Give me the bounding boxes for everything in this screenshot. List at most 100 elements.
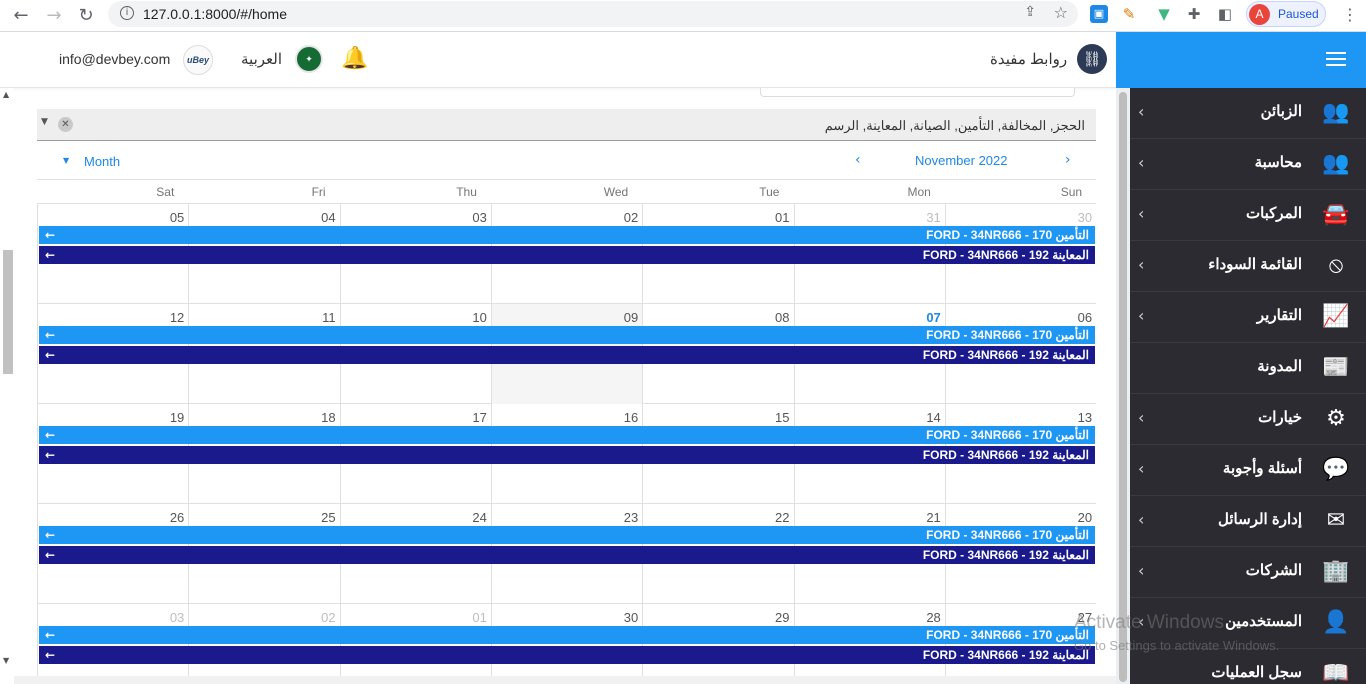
useful-links-label[interactable]: روابط مفيدة (990, 50, 1067, 68)
prev-month-icon[interactable]: ‹ (855, 152, 861, 168)
day-number[interactable]: 16 (624, 410, 638, 425)
link-icon[interactable]: ⛓ (1077, 44, 1107, 74)
language-label[interactable]: العربية (241, 50, 282, 68)
day-number[interactable]: 23 (624, 510, 638, 525)
sidebar-item[interactable]: 📖 سجل العمليات (1130, 649, 1366, 684)
scroll-up-icon[interactable]: ▲ (3, 90, 9, 99)
day-number[interactable]: 31 (926, 210, 940, 225)
address-bar[interactable]: i 127.0.0.1:8000/#/home ⇪ ☆ (108, 1, 1078, 27)
sidebar-item[interactable]: ⦸ القائمة السوداء ‹ (1130, 241, 1366, 292)
day-number[interactable]: 24 (472, 510, 486, 525)
chevron-left-icon[interactable]: ‹ (1138, 408, 1144, 427)
hamburger-menu-icon[interactable] (1326, 52, 1346, 68)
calendar-event[interactable]: ← المعاينة 192 - FORD - 34NR666 (39, 546, 1095, 564)
day-number[interactable]: 13 (1078, 410, 1092, 425)
sidebar-item[interactable]: ✉ إدارة الرسائل ‹ (1130, 496, 1366, 547)
chevron-left-icon[interactable]: ‹ (1138, 510, 1144, 529)
chevron-left-icon[interactable]: ‹ (1138, 102, 1144, 121)
day-number[interactable]: 29 (775, 610, 789, 625)
side-panel-icon[interactable]: ◧ (1216, 5, 1234, 23)
day-number[interactable]: 10 (472, 310, 486, 325)
day-number[interactable]: 03 (170, 610, 184, 625)
sidebar-item[interactable]: ⚙ خيارات ‹ (1130, 394, 1366, 445)
calendar-event[interactable]: ← التأمين 170 - FORD - 34NR666 (39, 326, 1095, 344)
chevron-left-icon[interactable]: ‹ (1138, 306, 1144, 325)
day-number[interactable]: 08 (775, 310, 789, 325)
calendar-event[interactable]: ← المعاينة 192 - FORD - 34NR666 (39, 346, 1095, 364)
calendar-event[interactable]: ← التأمين 170 - FORD - 34NR666 (39, 226, 1095, 244)
day-number[interactable]: 02 (321, 610, 335, 625)
chevron-left-icon[interactable]: ‹ (1138, 204, 1144, 223)
next-month-icon[interactable]: › (1065, 152, 1071, 168)
sidebar-item[interactable]: 💬 أسئلة وأجوبة ‹ (1130, 445, 1366, 496)
sidebar-scroll-thumb[interactable] (1119, 92, 1127, 682)
day-number[interactable]: 19 (170, 410, 184, 425)
search-input[interactable] (760, 88, 1075, 97)
extensions-puzzle-icon[interactable]: ✚ (1185, 5, 1203, 23)
day-number[interactable]: 09 (624, 310, 638, 325)
forward-icon[interactable]: → (42, 4, 66, 28)
day-number[interactable]: 03 (472, 210, 486, 225)
scroll-down-icon[interactable]: ▼ (3, 656, 9, 665)
sidebar-item[interactable]: 👥 الزبائن ‹ (1130, 88, 1366, 139)
view-dropdown-caret-icon[interactable]: ▼ (63, 156, 69, 165)
event-type-filter[interactable]: ▼ ✕ الحجز, المخالفة, التأمين, الصيانة, ا… (37, 109, 1096, 141)
day-number[interactable]: 07 (926, 310, 940, 325)
saudi-flag-icon[interactable]: ✦ (295, 45, 323, 73)
day-number[interactable]: 01 (775, 210, 789, 225)
calendar-event[interactable]: ← التأمين 170 - FORD - 34NR666 (39, 526, 1095, 544)
contact-email[interactable]: info@devbey.com (59, 51, 170, 67)
dropdown-caret-icon[interactable]: ▼ (41, 117, 48, 127)
share-icon[interactable]: ⇪ (1024, 4, 1036, 20)
day-number[interactable]: 25 (321, 510, 335, 525)
extension-icon[interactable]: ✎ (1120, 5, 1138, 23)
day-number[interactable]: 05 (170, 210, 184, 225)
profile-button[interactable]: A Paused (1246, 1, 1326, 27)
sidebar-item[interactable]: 📰 المدونة (1130, 343, 1366, 394)
day-number[interactable]: 30 (624, 610, 638, 625)
calendar-event[interactable]: ← المعاينة 192 - FORD - 34NR666 (39, 646, 1095, 664)
day-number[interactable]: 14 (926, 410, 940, 425)
bookmark-star-icon[interactable]: ☆ (1054, 3, 1068, 22)
day-number[interactable]: 15 (775, 410, 789, 425)
day-number[interactable]: 21 (926, 510, 940, 525)
chevron-left-icon[interactable]: ‹ (1138, 255, 1144, 274)
day-number[interactable]: 17 (472, 410, 486, 425)
day-number[interactable]: 18 (321, 410, 335, 425)
view-selector[interactable]: Month (84, 154, 120, 169)
day-number[interactable]: 01 (472, 610, 486, 625)
horizontal-scrollbar[interactable] (14, 676, 1116, 684)
url-text[interactable]: 127.0.0.1:8000/#/home (143, 6, 287, 22)
day-number[interactable]: 04 (321, 210, 335, 225)
day-number[interactable]: 30 (1078, 210, 1092, 225)
bell-icon[interactable]: 🔔 (341, 46, 368, 71)
day-number[interactable]: 20 (1078, 510, 1092, 525)
chevron-left-icon[interactable]: ‹ (1138, 153, 1144, 172)
sidebar-item[interactable]: 📈 التقارير ‹ (1130, 292, 1366, 343)
calendar-event[interactable]: ← المعاينة 192 - FORD - 34NR666 (39, 246, 1095, 264)
month-title[interactable]: November 2022 (915, 153, 1008, 168)
extension-icon[interactable]: ▣ (1090, 5, 1108, 23)
vue-devtools-icon[interactable]: ▼ (1155, 5, 1173, 23)
page-scroll-thumb[interactable] (3, 250, 13, 374)
clear-filter-icon[interactable]: ✕ (58, 117, 73, 132)
site-info-icon[interactable]: i (120, 6, 134, 20)
chevron-left-icon[interactable]: ‹ (1138, 561, 1144, 580)
sidebar-item[interactable]: 👥 محاسبة ‹ (1130, 139, 1366, 190)
sidebar-item[interactable]: 🚘 المركبات ‹ (1130, 190, 1366, 241)
calendar-event[interactable]: ← التأمين 170 - FORD - 34NR666 (39, 426, 1095, 444)
calendar-event[interactable]: ← المعاينة 192 - FORD - 34NR666 (39, 446, 1095, 464)
back-icon[interactable]: ← (9, 4, 33, 28)
page-scrollbar[interactable]: ▲ ▼ (0, 88, 14, 676)
day-number[interactable]: 12 (170, 310, 184, 325)
sidebar-item[interactable]: 🏢 الشركات ‹ (1130, 547, 1366, 598)
day-number[interactable]: 02 (624, 210, 638, 225)
day-number[interactable]: 22 (775, 510, 789, 525)
filter-value[interactable]: الحجز, المخالفة, التأمين, الصيانة, المعا… (825, 118, 1085, 134)
reload-icon[interactable]: ↻ (74, 4, 98, 28)
day-number[interactable]: 06 (1078, 310, 1092, 325)
chevron-left-icon[interactable]: ‹ (1138, 459, 1144, 478)
day-number[interactable]: 26 (170, 510, 184, 525)
browser-menu-icon[interactable]: ⋮ (1342, 5, 1358, 25)
calendar-event[interactable]: ← التأمين 170 - FORD - 34NR666 (39, 626, 1095, 644)
